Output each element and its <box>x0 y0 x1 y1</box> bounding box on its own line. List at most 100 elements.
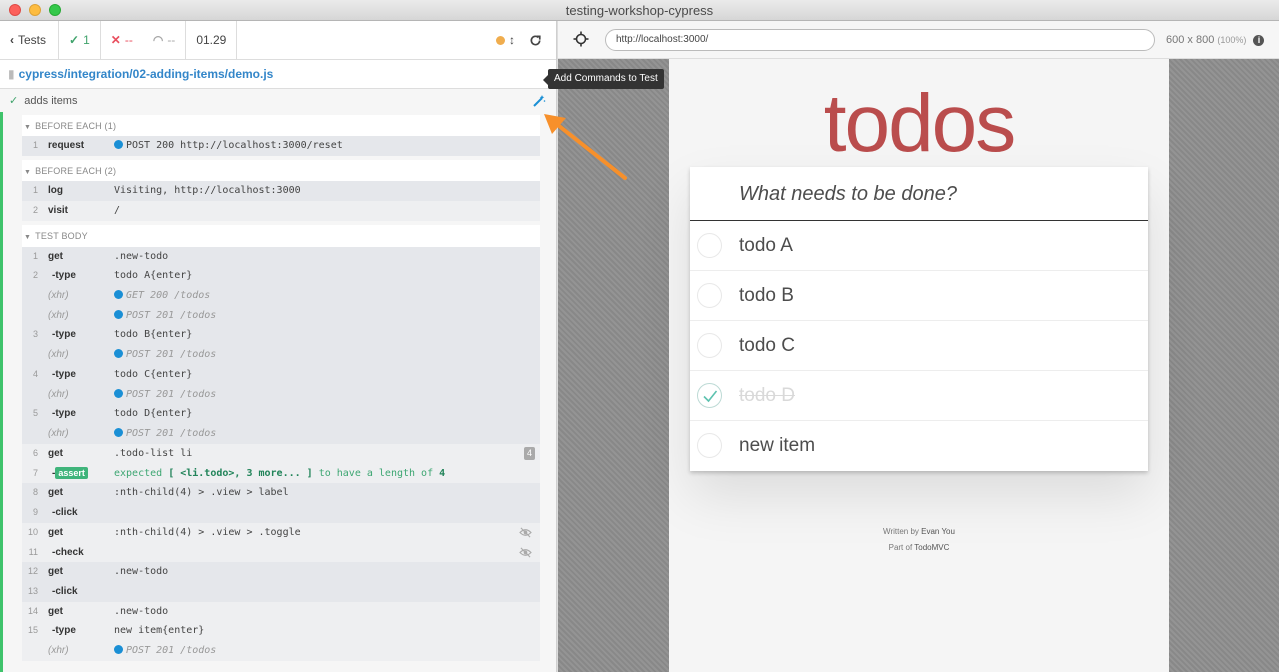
new-todo-input[interactable]: What needs to be done? <box>690 167 1148 221</box>
hook-before-each-2[interactable]: ▼ BEFORE EACH (2) <box>22 160 540 182</box>
hook-test-body[interactable]: ▼ TEST BODY <box>22 225 540 247</box>
selector-playground-crosshair-icon[interactable] <box>573 31 589 47</box>
failed-count: ✕ -- <box>101 21 143 59</box>
hook-before-each-1[interactable]: ▼ BEFORE EACH (1) <box>22 115 540 137</box>
todo-label[interactable]: todo C <box>739 335 795 356</box>
command-row[interactable]: 4 -type todo C{enter} <box>22 365 540 385</box>
passed-count: ✓ 1 <box>59 21 101 59</box>
command-row[interactable]: 2 -type todo A{enter} <box>22 266 540 286</box>
command-message-text: POST 201 /todos <box>126 349 217 360</box>
command-name: request <box>48 140 85 151</box>
command-number: 8 <box>32 487 38 497</box>
command-name: (xhr) <box>48 290 69 301</box>
command-message: POST 201 /todos <box>114 424 216 444</box>
command-row[interactable]: 13 -click <box>22 582 540 602</box>
assert-subject: [ <li.todo>, 3 more... ] <box>168 468 313 479</box>
zoom-window-button[interactable] <box>49 4 61 16</box>
todo-item[interactable]: todo B <box>690 271 1148 321</box>
author-link[interactable]: Evan You <box>921 527 955 536</box>
command-row[interactable]: 1 get .new-todo <box>22 247 540 267</box>
todo-toggle-checkbox[interactable] <box>697 383 722 408</box>
command-number: 14 <box>27 606 38 616</box>
annotation-arrow-icon <box>544 114 627 180</box>
command-name: (xhr) <box>48 645 69 656</box>
command-number: 1 <box>32 185 38 195</box>
url-bar[interactable]: http://localhost:3000/ <box>605 29 1155 51</box>
command-row[interactable]: (xhr) GET 200 /todos <box>22 286 540 306</box>
command-row[interactable]: 14 get .new-todo <box>22 602 540 622</box>
command-message: Visiting, http://localhost:3000 <box>114 185 301 196</box>
auto-scroll-indicator-icon <box>496 35 505 45</box>
command-row[interactable]: (xhr) POST 201 /todos <box>22 306 540 326</box>
command-row[interactable]: 1 log Visiting, http://localhost:3000 <box>22 181 540 201</box>
command-message: .new-todo <box>114 566 169 577</box>
minimize-window-button[interactable] <box>29 4 41 16</box>
command-row[interactable]: 8 get :nth-child(4) > .view > label <box>22 483 540 503</box>
todo-label[interactable]: todo B <box>739 285 794 306</box>
command-name: -type <box>52 270 76 281</box>
command-message: POST 201 /todos <box>114 306 216 326</box>
command-row[interactable]: (xhr) POST 201 /todos <box>22 641 540 661</box>
hook-label: BEFORE EACH (2) <box>35 166 117 176</box>
command-name: -type <box>52 369 76 380</box>
command-number: 2 <box>32 205 38 215</box>
command-name: get <box>48 487 63 498</box>
command-row[interactable]: 1 request POST 200 http://localhost:3000… <box>22 136 540 156</box>
command-name: - assert <box>52 464 88 484</box>
browser-toolbar: http://localhost:3000/ 600 x 800 (100%) … <box>558 21 1279 59</box>
command-row[interactable]: 6 get .todo-list li 4 <box>22 444 540 464</box>
spec-file-path[interactable]: ▮ cypress/integration/02-adding-items/dem… <box>0 60 556 89</box>
command-row[interactable]: 5 -type todo D{enter} <box>22 404 540 424</box>
todo-item[interactable]: new item <box>690 421 1148 471</box>
command-row[interactable]: 3 -type todo B{enter} <box>22 325 540 345</box>
run-controls: ↕ <box>482 21 556 59</box>
todo-toggle-checkbox[interactable] <box>697 333 722 358</box>
command-message: POST 200 http://localhost:3000/reset <box>114 136 343 156</box>
todo-label[interactable]: todo D <box>739 385 795 406</box>
auto-scroll-toggle[interactable]: ↕ <box>496 33 515 47</box>
command-row[interactable]: 15 -type new item{enter} <box>22 621 540 641</box>
command-number: 12 <box>27 566 38 576</box>
command-name: -type <box>52 408 76 419</box>
xhr-status-dot-icon <box>114 389 123 398</box>
command-row[interactable]: (xhr) POST 201 /todos <box>22 345 540 365</box>
todo-label[interactable]: new item <box>739 435 815 456</box>
todo-label[interactable]: todo A <box>739 235 793 256</box>
command-number: 4 <box>32 369 38 379</box>
close-window-button[interactable] <box>9 4 21 16</box>
command-row[interactable]: (xhr) POST 201 /todos <box>22 385 540 405</box>
xhr-status-dot-icon <box>114 349 123 358</box>
todo-item[interactable]: todo C <box>690 321 1148 371</box>
command-name: (xhr) <box>48 310 69 321</box>
todo-item[interactable]: todo D <box>690 371 1148 421</box>
assert-text: to have a length of <box>312 468 440 479</box>
element-count-badge: 4 <box>523 447 535 460</box>
command-row[interactable]: 11 -check <box>22 543 540 563</box>
assert-badge: assert <box>55 467 88 479</box>
pending-circle-icon: ◠ <box>152 33 164 47</box>
command-name: get <box>48 566 63 577</box>
command-row[interactable]: (xhr) POST 201 /todos <box>22 424 540 444</box>
magic-wand-icon[interactable] <box>532 94 546 108</box>
test-title-text: adds items <box>24 95 78 107</box>
command-number: 1 <box>32 140 38 150</box>
command-message: .todo-list li <box>114 448 193 459</box>
duration: 01.29 <box>186 21 238 59</box>
command-row[interactable]: 9 -click <box>22 503 540 523</box>
command-row[interactable]: 12 get .new-todo <box>22 562 540 582</box>
restart-icon[interactable] <box>529 34 542 47</box>
todo-toggle-checkbox[interactable] <box>697 283 722 308</box>
tests-button-label: Tests <box>18 33 47 47</box>
command-name: visit <box>48 205 69 216</box>
command-name: -type <box>52 625 76 636</box>
todo-toggle-checkbox[interactable] <box>697 433 722 458</box>
command-row[interactable]: 10 get :nth-child(4) > .view > .toggle <box>22 523 540 543</box>
todo-toggle-checkbox[interactable] <box>697 233 722 258</box>
todo-item[interactable]: todo A <box>690 221 1148 271</box>
project-link[interactable]: TodoMVC <box>914 543 949 552</box>
command-row[interactable]: 7 - assert expected [ <li.todo>, 3 more..… <box>22 464 540 484</box>
command-row[interactable]: 2 visit / <box>22 201 540 221</box>
viewport-size-info[interactable]: 600 x 800 (100%) i <box>1166 21 1265 59</box>
tests-button[interactable]: ‹ Tests <box>0 21 60 59</box>
test-title[interactable]: ✓ adds items <box>0 90 556 112</box>
